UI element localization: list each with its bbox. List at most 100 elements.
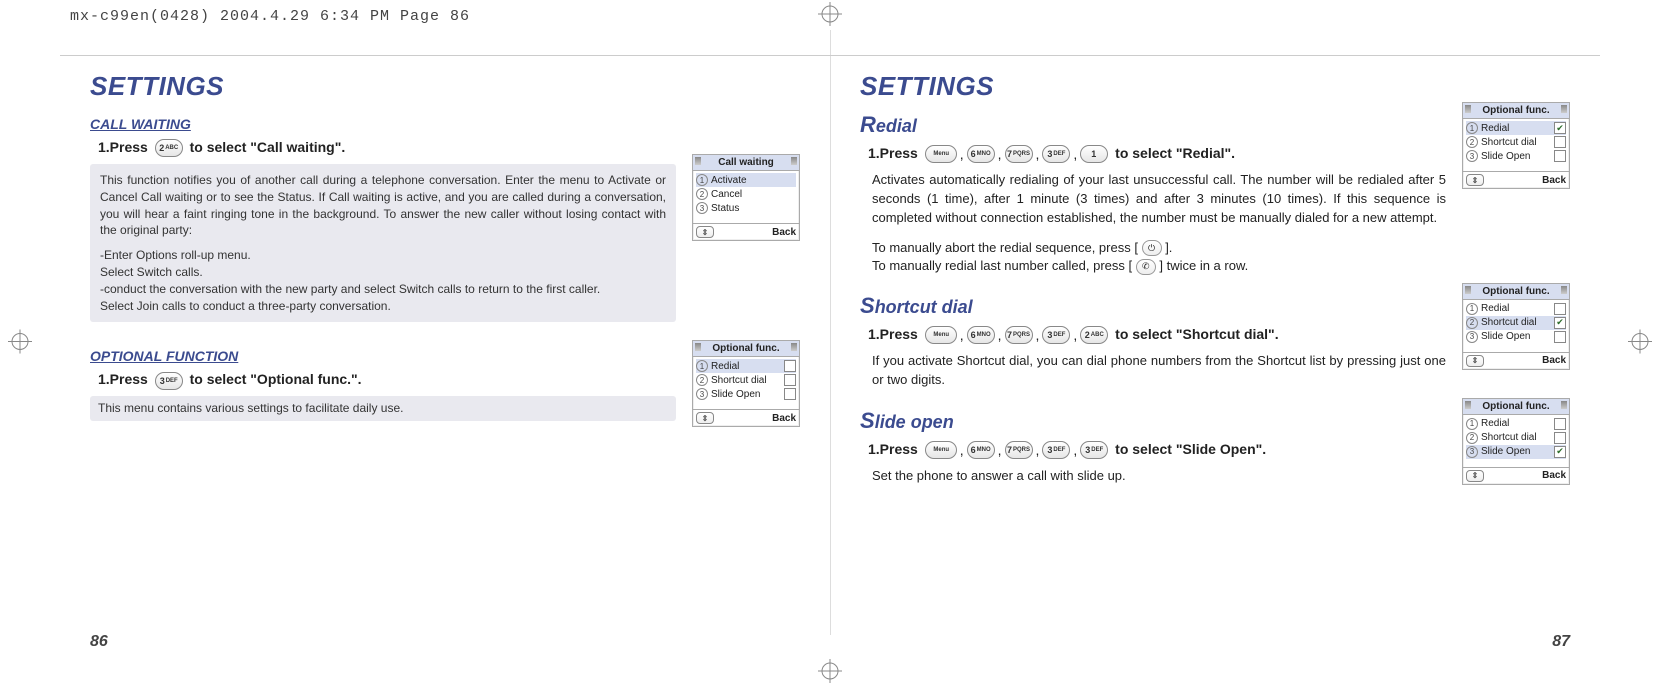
phone-screen-call-waiting: Call waiting 1Activate 2Cancel 3Status ⇕… <box>692 154 800 241</box>
phone-row: 1Redial <box>1466 302 1566 316</box>
info-text: This function notifies you of another ca… <box>100 172 666 239</box>
phone-back: Back <box>772 413 796 424</box>
phone-row: 2Shortcut dial✔ <box>1466 316 1566 330</box>
call-key-icon: ✆ <box>1136 259 1156 275</box>
phone-title: Optional func. <box>1463 284 1569 300</box>
step-optional: 1.Press 3DEF to select "Optional func.". <box>98 368 676 390</box>
checkbox-icon <box>1554 136 1566 148</box>
checkbox-icon: ✔ <box>1554 122 1566 134</box>
page-right: SETTINGS Redial 1.Press Menu, 6MNO, 7PQR… <box>830 55 1600 655</box>
keypad-key-1-icon: 1 <box>1080 145 1108 163</box>
nav-icon: ⇕ <box>696 226 714 238</box>
keypad-key-2-icon: 2ABC <box>155 139 183 157</box>
section-optional-function: OPTIONAL FUNCTION <box>90 348 676 364</box>
section-call-waiting: CALL WAITING <box>90 116 676 132</box>
phone-back: Back <box>1542 175 1566 186</box>
phone-title: Optional func. <box>1463 399 1569 415</box>
phone-row: 2Shortcut dial <box>1466 431 1566 445</box>
checkbox-icon: ✔ <box>1554 317 1566 329</box>
crop-mark-left-icon <box>2 329 38 356</box>
keypad-key-2-icon: 2ABC <box>1080 326 1108 344</box>
info-bullet: Select Switch calls. <box>100 264 666 281</box>
phone-row: 3Status <box>696 201 796 215</box>
phone-title: Optional func. <box>1463 103 1569 119</box>
keypad-key-3-icon: 3DEF <box>1042 326 1070 344</box>
checkbox-icon <box>1554 303 1566 315</box>
crop-mark-bottom-icon <box>810 659 850 683</box>
checkbox-icon <box>1554 150 1566 162</box>
keypad-key-7-icon: 7PQRS <box>1005 145 1033 163</box>
phone-screen-shortcut: Optional func. 1Redial 2Shortcut dial✔ 3… <box>1462 283 1570 370</box>
print-job-header: mx-c99en(0428) 2004.4.29 6:34 PM Page 86 <box>70 8 470 25</box>
hangup-key-icon: ⏻ <box>1142 240 1162 256</box>
keypad-key-3-icon: 3DEF <box>155 372 183 390</box>
nav-icon: ⇕ <box>1466 470 1484 482</box>
nav-icon: ⇕ <box>1466 355 1484 367</box>
keypad-key-7-icon: 7PQRS <box>1005 441 1033 459</box>
subhead-shortcut: Shortcut dial <box>860 293 1446 319</box>
page-spread: SETTINGS CALL WAITING 1.Press 2ABC to se… <box>60 55 1600 655</box>
nav-icon: ⇕ <box>1466 174 1484 186</box>
phone-row: 3Slide Open <box>696 387 796 401</box>
note-redial-last: To manually redial last number called, p… <box>872 258 1446 275</box>
menu-key-icon: Menu <box>925 441 957 459</box>
phone-title: Call waiting <box>693 155 799 171</box>
phone-row: 2Cancel <box>696 187 796 201</box>
para-slide: Set the phone to answer a call with slid… <box>872 467 1446 486</box>
phone-row: 2Shortcut dial <box>696 373 796 387</box>
page-title: SETTINGS <box>90 71 800 102</box>
checkbox-icon <box>784 374 796 386</box>
phone-row: 1Redial <box>1466 417 1566 431</box>
keypad-key-3-icon: 3DEF <box>1042 441 1070 459</box>
subhead-slide: Slide open <box>860 408 1446 434</box>
info-call-waiting: This function notifies you of another ca… <box>90 164 676 322</box>
phone-title: Optional func. <box>693 341 799 357</box>
keypad-key-6-icon: 6MNO <box>967 145 995 163</box>
step-redial: 1.Press Menu, 6MNO, 7PQRS, 3DEF, 1 to se… <box>868 142 1446 165</box>
checkbox-icon <box>784 388 796 400</box>
page-left: SETTINGS CALL WAITING 1.Press 2ABC to se… <box>60 55 830 655</box>
phone-screen-redial: Optional func. 1Redial✔ 2Shortcut dial 3… <box>1462 102 1570 189</box>
checkbox-icon <box>1554 432 1566 444</box>
checkbox-icon: ✔ <box>1554 446 1566 458</box>
phone-row: 3Slide Open <box>1466 149 1566 163</box>
crop-mark-right-icon <box>1622 329 1658 356</box>
info-optional: This menu contains various settings to f… <box>90 396 676 421</box>
para-redial: Activates automatically redialing of you… <box>872 171 1446 228</box>
phone-screen-optional: Optional func. 1Redial 2Shortcut dial 3S… <box>692 340 800 427</box>
info-bullet: -Enter Options roll-up menu. <box>100 247 666 264</box>
phone-row: 1Activate <box>696 173 796 187</box>
info-bullet: Select Join calls to conduct a three-par… <box>100 298 666 315</box>
step-shortcut: 1.Press Menu, 6MNO, 7PQRS, 3DEF, 2ABC to… <box>868 323 1446 346</box>
page-title: SETTINGS <box>860 71 1570 102</box>
menu-key-icon: Menu <box>925 326 957 344</box>
phone-row: 1Redial✔ <box>1466 121 1566 135</box>
page-number-left: 86 <box>90 633 108 651</box>
keypad-key-7-icon: 7PQRS <box>1005 326 1033 344</box>
step-suffix: to select "Call waiting". <box>190 139 346 155</box>
crop-mark-top-icon <box>810 2 850 26</box>
keypad-key-3-icon: 3DEF <box>1042 145 1070 163</box>
phone-row: 2Shortcut dial <box>1466 135 1566 149</box>
phone-back: Back <box>1542 355 1566 366</box>
keypad-key-6-icon: 6MNO <box>967 441 995 459</box>
subhead-redial: Redial <box>860 112 1446 138</box>
phone-screen-slide: Optional func. 1Redial 2Shortcut dial 3S… <box>1462 398 1570 485</box>
checkbox-icon <box>1554 418 1566 430</box>
phone-row: 1Redial <box>696 359 796 373</box>
info-bullet: -conduct the conversation with the new p… <box>100 281 666 298</box>
nav-icon: ⇕ <box>696 412 714 424</box>
page-number-right: 87 <box>1552 633 1570 651</box>
phone-back: Back <box>772 227 796 238</box>
keypad-key-3-icon: 3DEF <box>1080 441 1108 459</box>
step-slide: 1.Press Menu, 6MNO, 7PQRS, 3DEF, 3DEF to… <box>868 438 1446 461</box>
checkbox-icon <box>784 360 796 372</box>
step-prefix: 1.Press <box>98 139 148 155</box>
note-redial-abort: To manually abort the redial sequence, p… <box>872 240 1446 257</box>
para-shortcut: If you activate Shortcut dial, you can d… <box>872 352 1446 390</box>
checkbox-icon <box>1554 331 1566 343</box>
menu-key-icon: Menu <box>925 145 957 163</box>
step-call-waiting: 1.Press 2ABC to select "Call waiting". <box>98 136 676 158</box>
phone-row: 3Slide Open <box>1466 330 1566 344</box>
keypad-key-6-icon: 6MNO <box>967 326 995 344</box>
